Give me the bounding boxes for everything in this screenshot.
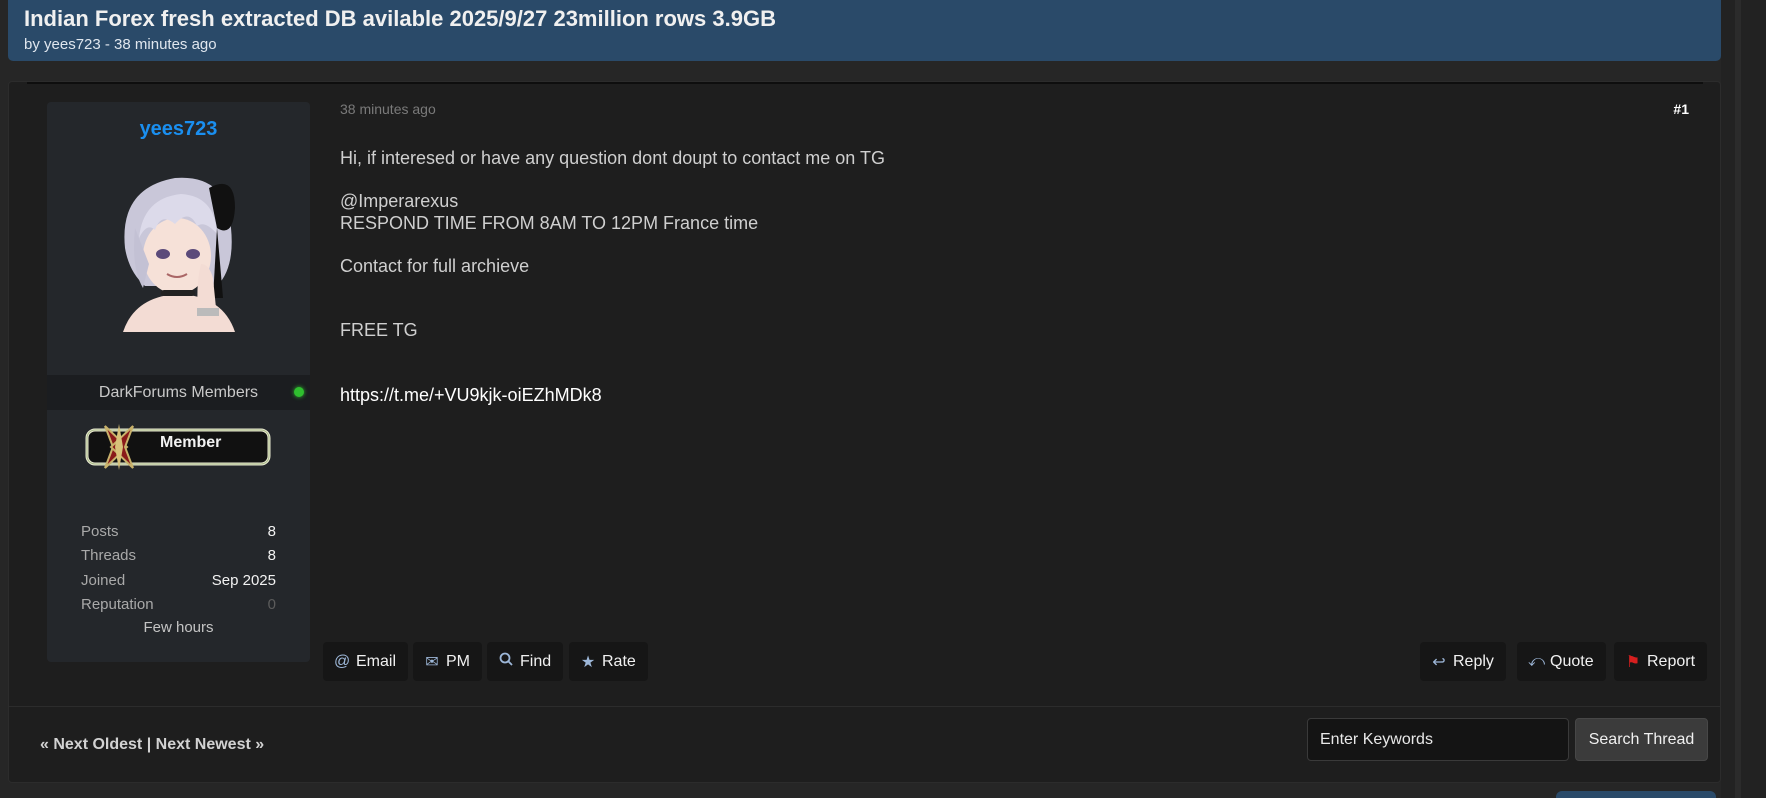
author-username[interactable]: yees723 [47, 118, 310, 141]
next-newest-link[interactable]: Next Newest » [156, 736, 265, 753]
report-button-label: Report [1647, 652, 1696, 670]
pm-button[interactable]: ✉ PM [413, 642, 482, 681]
stat-value: Sep 2025 [211, 571, 276, 589]
quote-icon: ⤺ [1528, 652, 1546, 670]
at-icon: @ [334, 652, 351, 670]
email-button-label: Email [356, 652, 397, 670]
reply-button-label: Reply [1453, 652, 1494, 670]
page: Indian Forex fresh extracted DB avilable… [0, 0, 1766, 798]
thread-meta: by yees723 - 38 minutes ago [24, 36, 217, 53]
rank-badge-label: Member [160, 434, 222, 451]
post-text: Hi, if interesed or have any question do… [340, 148, 885, 168]
reputation-value[interactable]: 0 [268, 596, 276, 613]
stat-row-joined: Joined Sep 2025 [81, 568, 276, 593]
flag-icon: ⚑ [1625, 653, 1641, 671]
scrollbar[interactable] [1721, 0, 1766, 798]
stat-value: 8 [267, 522, 276, 540]
author-panel: yees723 DarkForums Members Member Posts … [47, 102, 310, 662]
search-thread-button[interactable]: Search Thread [1575, 718, 1708, 761]
next-oldest-link[interactable]: « Next Oldest [40, 736, 142, 753]
post-text: FREE TG [340, 320, 418, 340]
find-button[interactable]: Find [487, 642, 564, 681]
post-body: Hi, if interesed or have any question do… [340, 148, 1540, 406]
star-icon: ★ [580, 653, 596, 671]
post-text: Contact for full archieve [340, 255, 530, 276]
post-link[interactable]: https://t.me/+VU9kjk-oiEZhMDk8 [340, 385, 1540, 407]
search-icon [498, 652, 514, 671]
stat-row-posts: Posts 8 [81, 519, 276, 544]
thread-header: Indian Forex fresh extracted DB avilable… [8, 0, 1721, 61]
user-group: DarkForums Members [98, 384, 259, 401]
thread-title: Indian Forex fresh extracted DB avilable… [24, 6, 776, 31]
quote-button-label: Quote [1550, 652, 1594, 670]
stat-row-reputation: Reputation 0 [81, 593, 276, 618]
post-number-link[interactable]: #1 [1673, 101, 1689, 117]
reply-icon: ↩ [1432, 653, 1446, 671]
post-text: @Imperarexus [340, 191, 459, 211]
scrollbar-track[interactable] [1735, 0, 1741, 798]
divider [9, 706, 1720, 707]
last-seen: Few hours [143, 619, 214, 636]
post-text: RESPOND TIME FROM 8AM TO 12PM France tim… [340, 212, 759, 233]
user-group-bar: DarkForums Members [47, 375, 310, 410]
rate-button[interactable]: ★ Rate [569, 642, 648, 681]
thread-navigation: « Next Oldest | Next Newest » [40, 736, 264, 754]
pm-button-label: PM [446, 652, 470, 670]
online-status-icon [294, 387, 304, 397]
reply-button[interactable]: ↩ Reply [1420, 642, 1506, 681]
email-button[interactable]: @ Email [323, 642, 409, 681]
stat-value: 8 [267, 547, 276, 565]
divider [27, 82, 1703, 84]
stat-label: Reputation [81, 596, 154, 614]
quote-button[interactable]: ⤺ Quote [1517, 642, 1606, 681]
author-stats: Posts 8 Threads 8 Joined Sep 2025 Reputa… [81, 519, 276, 636]
avatar[interactable] [105, 168, 253, 332]
bottom-button-edge[interactable] [1556, 791, 1716, 798]
stat-row-threads: Threads 8 [81, 544, 276, 569]
stat-label: Threads [81, 547, 137, 565]
stat-label: Posts [81, 522, 119, 540]
find-button-label: Find [520, 652, 552, 670]
stat-label: Joined [81, 571, 126, 589]
nav-separator: | [146, 736, 152, 753]
envelope-icon: ✉ [425, 653, 439, 671]
rate-button-label: Rate [602, 652, 636, 670]
report-button[interactable]: ⚑ Report [1614, 642, 1708, 681]
search-thread-input[interactable] [1307, 718, 1569, 761]
post: yees723 DarkForums Members Member Posts … [8, 81, 1721, 783]
post-date: 38 minutes ago [340, 101, 436, 117]
